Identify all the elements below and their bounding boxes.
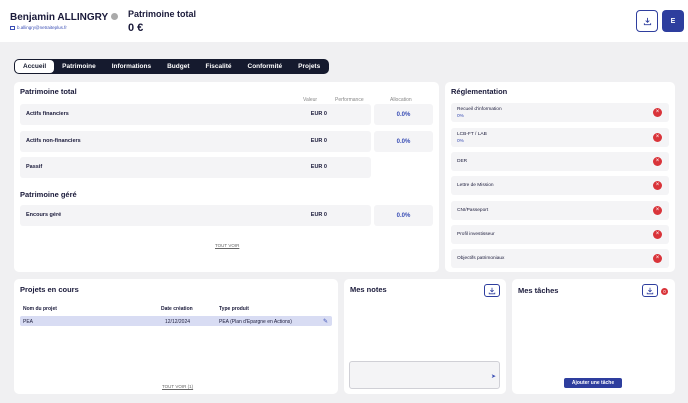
mail-icon	[10, 25, 15, 30]
col-performance: Performance	[335, 97, 364, 103]
reg-item-recueil[interactable]: Recueil d'information 0% ×	[451, 103, 669, 122]
col-allocation: Allocation	[390, 97, 412, 103]
row-label: Encours géré	[26, 212, 62, 218]
reg-item-objectifs[interactable]: Objectifs patrimoniaux ×	[451, 249, 669, 268]
reg-item-cni[interactable]: CNI/Passeport ×	[451, 201, 669, 220]
close-icon: ×	[653, 108, 662, 117]
see-all-projects-link[interactable]: TOUT VOIR (1)	[162, 384, 193, 389]
th-name: Nom du projet	[23, 306, 57, 312]
table-row[interactable]: PEA 12/12/2024 PEA (Plan d'Epargne en Ac…	[20, 316, 332, 326]
row-actifs-financiers[interactable]: Actifs financiers EUR 0	[20, 104, 371, 125]
download-icon	[488, 287, 496, 294]
see-all-link[interactable]: TOUT VOIR	[215, 243, 239, 248]
download-button[interactable]	[636, 10, 658, 32]
tab-budget[interactable]: Budget	[159, 60, 197, 73]
info-icon[interactable]	[111, 13, 119, 20]
reg-item-der[interactable]: DER ×	[451, 152, 669, 171]
patrimoine-gere-title: Patrimoine géré	[20, 190, 77, 199]
close-icon: ×	[653, 206, 662, 215]
client-header: Benjamin ALLINGRY b.allingry@netraiteplu…	[0, 0, 688, 42]
profile-button[interactable]: E	[662, 10, 684, 32]
row-value: EUR 0	[310, 138, 327, 144]
allocation-value: 0.0%	[374, 104, 433, 125]
download-icon	[643, 17, 651, 25]
client-email[interactable]: b.allingry@netraiteplus.fr	[10, 25, 67, 30]
tab-accueil[interactable]: Accueil	[15, 60, 55, 73]
reg-item-lcb-ft[interactable]: LCB-FT / LAB 0% ×	[451, 128, 669, 147]
reg-item-profil[interactable]: Profil investisseur ×	[451, 225, 669, 244]
total-label: Patrimoine total	[128, 9, 197, 19]
notes-title: Mes notes	[350, 285, 387, 294]
edit-icon[interactable]: ✎	[323, 318, 328, 325]
tab-patrimoine[interactable]: Patrimoine	[54, 60, 104, 73]
notification-badge: 0	[661, 288, 668, 295]
taches-download-button[interactable]	[642, 284, 658, 297]
tab-fiscalite[interactable]: Fiscalité	[197, 60, 239, 73]
row-value: EUR 0	[310, 111, 327, 117]
tab-conformite[interactable]: Conformité	[240, 60, 291, 73]
close-icon: ×	[653, 254, 662, 263]
projets-title: Projets en cours	[20, 285, 79, 294]
tab-informations[interactable]: Informations	[104, 60, 159, 73]
tab-projets[interactable]: Projets	[290, 60, 328, 73]
close-icon: ×	[653, 230, 662, 239]
taches-title: Mes tâches	[518, 286, 559, 295]
row-passif[interactable]: Passif EUR 0	[20, 157, 371, 178]
allocation-value: 0.0%	[374, 205, 433, 226]
download-icon	[646, 287, 654, 294]
row-value: EUR 0	[310, 164, 327, 170]
projets-card	[14, 279, 338, 394]
total-value: 0 €	[128, 22, 144, 34]
close-icon: ×	[653, 133, 662, 142]
patrimoine-title: Patrimoine total	[20, 87, 77, 96]
row-label: Actifs financiers	[26, 111, 69, 117]
reg-item-lettre-mission[interactable]: Lettre de Mission ×	[451, 176, 669, 195]
client-name: Benjamin ALLINGRY	[10, 12, 119, 23]
close-icon: ×	[653, 157, 662, 166]
row-actifs-non-financiers[interactable]: Actifs non-financiers EUR 0	[20, 131, 371, 152]
allocation-value: 0.0%	[374, 131, 433, 152]
main-tabs: Accueil Patrimoine Informations Budget F…	[14, 59, 330, 74]
col-valeur: Valeur	[303, 97, 318, 103]
row-value: EUR 0	[310, 212, 327, 218]
reglementation-title: Réglementation	[451, 87, 508, 96]
notes-input[interactable]: ➤	[349, 361, 500, 389]
row-encours-gere[interactable]: Encours géré EUR 0	[20, 205, 371, 226]
send-icon[interactable]: ➤	[491, 373, 496, 380]
row-label: Passif	[26, 164, 43, 170]
notes-download-button[interactable]	[484, 284, 500, 297]
th-date: Date création	[161, 306, 193, 312]
row-label: Actifs non-financiers	[26, 138, 81, 144]
add-task-button[interactable]: Ajouter une tâche	[564, 378, 622, 388]
close-icon: ×	[653, 181, 662, 190]
th-type: Type produit	[219, 306, 249, 312]
